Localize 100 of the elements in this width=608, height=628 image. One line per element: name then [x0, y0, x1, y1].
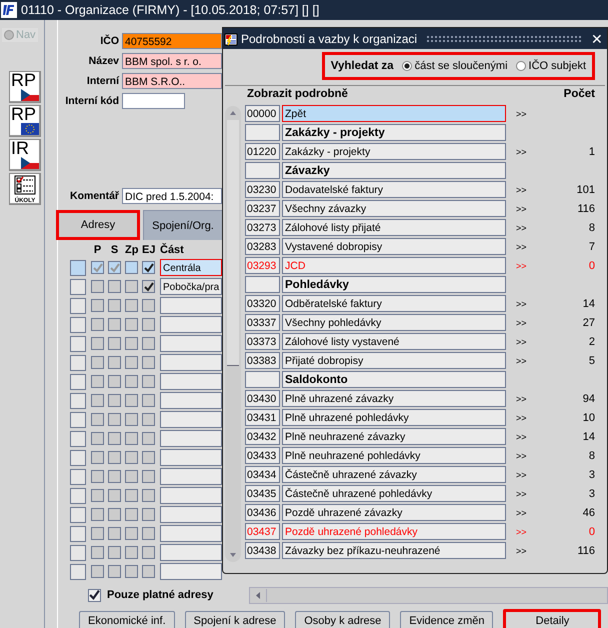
checkbox[interactable] — [108, 527, 121, 540]
checkbox[interactable] — [91, 527, 104, 540]
row-selector[interactable] — [70, 316, 86, 332]
checkbox[interactable] — [108, 546, 121, 559]
checkbox[interactable] — [108, 299, 121, 312]
checkbox[interactable] — [125, 413, 138, 426]
open-link[interactable]: >> — [516, 394, 536, 404]
checkbox[interactable] — [91, 261, 104, 274]
action-button[interactable]: Evidence změn — [400, 611, 494, 628]
text-field[interactable] — [160, 487, 222, 504]
row-selector[interactable] — [70, 450, 86, 466]
row-selector[interactable] — [70, 488, 86, 504]
checkbox[interactable] — [142, 337, 155, 350]
checkbox[interactable] — [91, 356, 104, 369]
checkbox[interactable] — [125, 432, 138, 445]
text-field[interactable] — [160, 449, 222, 466]
action-button[interactable]: Spojení k adrese — [184, 611, 286, 628]
checkbox[interactable] — [108, 318, 121, 331]
open-link[interactable]: >> — [516, 412, 536, 422]
report-button[interactable]: RP — [9, 71, 41, 103]
detail-item[interactable]: Plně uhrazené závazky — [282, 390, 506, 407]
detail-item[interactable]: Závazky bez příkazu-neuhrazené — [282, 542, 506, 559]
checkbox[interactable] — [91, 280, 104, 293]
detail-item[interactable]: Plně uhrazené pohledávky — [282, 409, 506, 426]
detail-item[interactable]: Odběratelské faktury — [282, 295, 506, 312]
row-selector[interactable] — [70, 374, 86, 390]
report-button[interactable]: IR — [9, 139, 41, 171]
open-link[interactable]: >> — [516, 336, 536, 346]
open-link[interactable]: >> — [516, 318, 536, 328]
detail-item[interactable]: Zpět — [282, 105, 506, 122]
text-field[interactable]: BBM S.R.O.. — [122, 73, 222, 89]
row-selector[interactable] — [70, 564, 86, 580]
open-link[interactable]: >> — [516, 146, 536, 156]
open-link[interactable]: >> — [516, 184, 536, 194]
tab[interactable]: Spojení/Org. — [143, 210, 223, 240]
text-field[interactable] — [122, 93, 185, 109]
checkbox[interactable] — [88, 588, 101, 602]
text-field[interactable] — [160, 411, 222, 428]
checkbox[interactable] — [142, 394, 155, 407]
checkbox[interactable] — [91, 394, 104, 407]
checkbox[interactable] — [125, 565, 138, 578]
detail-item[interactable]: Plně neuhrazené pohledávky — [282, 447, 506, 464]
radio-option[interactable]: část se sloučenými — [402, 60, 508, 72]
row-selector[interactable] — [70, 354, 86, 370]
radio-option[interactable]: IČO subjekt — [516, 60, 586, 72]
checkbox[interactable] — [142, 318, 155, 331]
checkbox[interactable] — [142, 451, 155, 464]
checkbox[interactable] — [91, 337, 104, 350]
action-button[interactable]: Osoby k adrese — [295, 611, 390, 628]
checkbox[interactable] — [142, 527, 155, 540]
text-field[interactable] — [160, 563, 222, 580]
text-field[interactable] — [160, 392, 222, 409]
checkbox[interactable] — [108, 432, 121, 445]
checkbox[interactable] — [125, 508, 138, 521]
checkbox[interactable] — [108, 489, 121, 502]
detail-item[interactable]: Dodavatelské faktury — [282, 181, 506, 198]
action-button[interactable]: Ekonomické inf. — [79, 611, 175, 628]
checkbox[interactable] — [108, 470, 121, 483]
checkbox[interactable] — [91, 470, 104, 483]
checkbox[interactable] — [125, 527, 138, 540]
row-selector[interactable] — [70, 298, 86, 314]
row-selector[interactable] — [70, 336, 86, 352]
horizontal-scrollbar[interactable] — [249, 586, 608, 604]
detail-item[interactable]: Zakázky - projekty — [282, 143, 506, 160]
checkbox[interactable] — [142, 280, 155, 293]
row-selector[interactable] — [70, 412, 86, 428]
open-link[interactable]: >> — [516, 356, 536, 366]
checkbox[interactable] — [142, 565, 155, 578]
checkbox[interactable] — [142, 546, 155, 559]
checkbox[interactable] — [125, 451, 138, 464]
vertical-scrollbar[interactable] — [225, 106, 241, 562]
checkbox[interactable] — [91, 546, 104, 559]
checkbox[interactable] — [125, 546, 138, 559]
open-link[interactable]: >> — [516, 488, 536, 498]
open-link[interactable]: >> — [516, 432, 536, 442]
checkbox[interactable] — [142, 299, 155, 312]
detail-item[interactable]: Přijaté dobropisy — [282, 352, 506, 369]
checkbox[interactable] — [142, 508, 155, 521]
detail-item[interactable]: Zálohové listy vystavené — [282, 333, 506, 350]
checkbox[interactable] — [125, 394, 138, 407]
checkbox[interactable] — [142, 413, 155, 426]
checkbox[interactable] — [142, 432, 155, 445]
row-selector[interactable] — [70, 506, 86, 522]
text-field[interactable]: 40755592 — [122, 33, 222, 49]
checkbox[interactable] — [125, 470, 138, 483]
checkbox[interactable] — [125, 356, 138, 369]
checkbox[interactable] — [91, 375, 104, 388]
checkbox[interactable] — [91, 299, 104, 312]
open-link[interactable]: >> — [516, 222, 536, 232]
close-button[interactable]: ✕ — [591, 30, 603, 46]
text-field[interactable] — [160, 506, 222, 523]
report-button[interactable]: RP — [9, 105, 41, 137]
row-selector[interactable] — [70, 430, 86, 446]
checkbox[interactable] — [108, 451, 121, 464]
row-selector[interactable] — [70, 392, 86, 408]
checkbox[interactable] — [108, 356, 121, 369]
text-field[interactable] — [160, 354, 222, 371]
row-selector[interactable] — [70, 260, 86, 276]
checkbox[interactable] — [91, 489, 104, 502]
checkbox[interactable] — [108, 565, 121, 578]
